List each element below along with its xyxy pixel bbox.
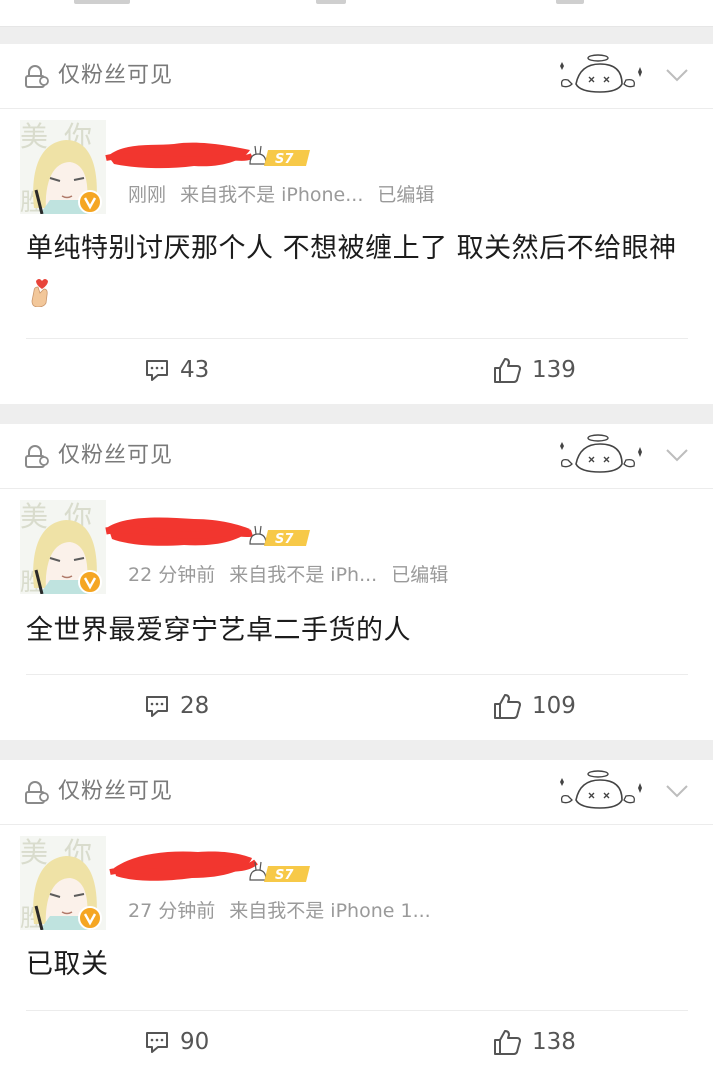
comment-count: 90 — [180, 1029, 210, 1055]
verified-badge-icon — [78, 190, 102, 214]
rabbit-level-icon: S7 — [249, 525, 310, 547]
crossed-fingers-heart-emoji — [31, 279, 48, 307]
comment-icon — [146, 360, 168, 381]
post-time: 刚刚 — [128, 184, 167, 206]
post-meta: 刚刚 来自我不是 iPhone... 已编辑 — [128, 182, 442, 208]
post-header: 仅粉丝可见 — [0, 424, 713, 489]
chevron-down-icon[interactable] — [664, 446, 690, 464]
comment-icon — [146, 696, 168, 717]
like-count: 139 — [532, 357, 576, 383]
level-text: S7 — [275, 868, 294, 883]
post-card: 仅粉丝可见 美 你 胜 — [0, 760, 713, 1080]
post-source[interactable]: 来自我不是 iPh... — [229, 564, 377, 586]
lock-people-icon — [25, 65, 49, 88]
comment-icon — [146, 1032, 168, 1053]
post-actions: 43 139 — [26, 338, 688, 403]
author-row: 美 你 胜 S7 刚刚 来自我不是 iPhone... 已编辑 — [0, 108, 713, 218]
post-content[interactable]: 已取关 — [26, 942, 688, 988]
like-count: 109 — [532, 693, 576, 719]
angel-mascot-icon — [560, 54, 642, 93]
post-text: 已取关 — [26, 949, 109, 980]
post-actions: 28 109 — [26, 674, 688, 739]
redacted-username — [105, 142, 254, 169]
post-card: 仅粉丝可见 美 你 胜 — [0, 44, 713, 404]
post-actions: 90 138 — [26, 1010, 688, 1075]
thumbs-up-icon — [494, 358, 521, 383]
redacted-username — [105, 517, 254, 546]
svg-text:美: 美 — [20, 120, 48, 153]
rabbit-level-icon: S7 — [249, 861, 310, 883]
like-button[interactable]: 138 — [492, 1027, 576, 1057]
comment-button[interactable]: 28 — [144, 691, 209, 721]
lock-people-icon — [25, 781, 49, 804]
level-badge: S7 — [248, 524, 312, 548]
svg-text:美: 美 — [20, 836, 48, 869]
visibility-label: 仅粉丝可见 — [58, 63, 174, 88]
verified-badge-icon — [78, 906, 102, 930]
level-badge: S7 — [248, 144, 312, 168]
post-text: 全世界最爱穿宁艺卓二手货的人 — [26, 615, 411, 646]
post-time: 22 分钟前 — [128, 564, 216, 586]
previous-post-sliver — [0, 0, 713, 27]
post-content[interactable]: 单纯特别讨厌那个人 不想被缠上了 取关然后不给眼神 — [26, 226, 688, 318]
comment-button[interactable]: 90 — [144, 1027, 209, 1057]
thumbs-up-icon — [494, 1030, 521, 1055]
author-row: 美 你 胜 S7 27 分钟前 来自我不是 iPhone 1... — [0, 824, 713, 934]
like-button[interactable]: 109 — [492, 691, 576, 721]
redacted-username — [109, 851, 258, 881]
thumbs-up-icon — [494, 694, 521, 719]
verified-badge-icon — [78, 570, 102, 594]
post-content[interactable]: 全世界最爱穿宁艺卓二手货的人 — [26, 608, 688, 654]
comment-count: 28 — [180, 693, 210, 719]
post-time: 27 分钟前 — [128, 900, 216, 922]
post-meta: 27 分钟前 来自我不是 iPhone 1... — [128, 898, 439, 924]
lock-people-icon — [25, 445, 49, 468]
like-button[interactable]: 139 — [492, 355, 576, 385]
level-text: S7 — [275, 152, 294, 167]
level-badge: S7 — [248, 860, 312, 884]
post-card: 仅粉丝可见 美 你 胜 — [0, 424, 713, 740]
chevron-down-icon[interactable] — [664, 782, 690, 800]
comment-button[interactable]: 43 — [144, 355, 209, 385]
edited-label: 已编辑 — [377, 184, 435, 206]
author-row: 美 你 胜 S7 22 分钟前 来自我不是 iPh... 已编辑 — [0, 488, 713, 598]
angel-mascot-icon — [560, 770, 642, 809]
visibility-label: 仅粉丝可见 — [58, 443, 174, 468]
angel-mascot-icon — [560, 434, 642, 473]
rabbit-level-icon: S7 — [249, 145, 310, 167]
svg-text:美: 美 — [20, 500, 48, 533]
post-header: 仅粉丝可见 — [0, 760, 713, 825]
chevron-down-icon[interactable] — [664, 66, 690, 84]
post-meta: 22 分钟前 来自我不是 iPh... 已编辑 — [128, 562, 456, 588]
post-source[interactable]: 来自我不是 iPhone... — [180, 184, 363, 206]
like-count: 138 — [532, 1029, 576, 1055]
edited-label: 已编辑 — [391, 564, 449, 586]
post-source[interactable]: 来自我不是 iPhone 1... — [229, 900, 430, 922]
post-text: 单纯特别讨厌那个人 不想被缠上了 取关然后不给眼神 — [26, 233, 677, 264]
post-header: 仅粉丝可见 — [0, 44, 713, 109]
comment-count: 43 — [180, 357, 210, 383]
level-text: S7 — [275, 532, 294, 547]
visibility-label: 仅粉丝可见 — [58, 779, 174, 804]
